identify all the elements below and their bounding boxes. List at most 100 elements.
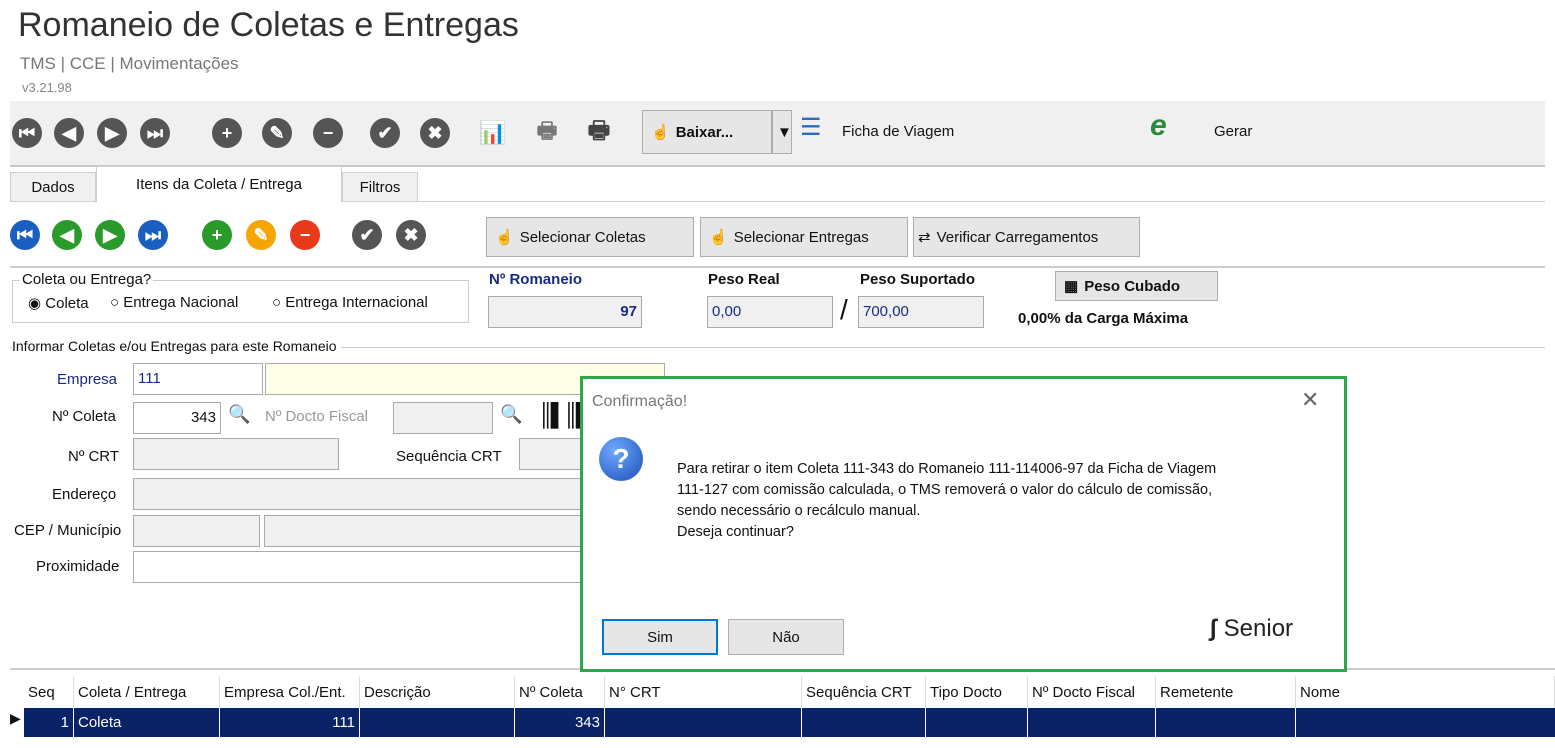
chart-settings-icon[interactable]: 📊 (478, 118, 508, 148)
selecionar-coletas-button[interactable]: ☝ Selecionar Coletas (486, 217, 694, 257)
cell-remetente (1156, 708, 1296, 737)
baixar-button[interactable]: ☝ Baixar... (642, 110, 772, 154)
print-preview-icon[interactable]: 🖶 (532, 118, 562, 148)
search-icon[interactable]: 🔍 (228, 404, 250, 425)
sim-button[interactable]: Sim (602, 619, 718, 655)
confirm-icon[interactable]: ✔ (370, 118, 400, 148)
endereco-label: Endereço (52, 486, 117, 503)
ficha-viagem-link[interactable]: Ficha de Viagem (842, 123, 954, 140)
edit-icon[interactable]: ✎ (262, 118, 292, 148)
crt-label: Nº CRT (68, 448, 120, 465)
divider-slash: / (840, 294, 848, 325)
radio-entrega-internacional[interactable]: ○ Entrega Internacional (272, 294, 428, 311)
verificar-carregamentos-button[interactable]: ⇄ Verificar Carregamentos (913, 217, 1140, 257)
cancel-item-icon[interactable]: ✖ (396, 220, 426, 250)
add-icon[interactable]: + (212, 118, 242, 148)
remove-icon[interactable]: − (313, 118, 343, 148)
coleta-field[interactable]: 343 (133, 402, 221, 434)
column-header[interactable]: Seq (24, 676, 74, 708)
peso-real-field[interactable]: 0,00 (707, 296, 833, 328)
version: v3.21.98 (22, 80, 72, 95)
docto-field[interactable] (393, 402, 493, 434)
senior-logo: ʃ Senior (1209, 615, 1294, 642)
hand-icon: ☝ (495, 229, 514, 246)
confirm-item-icon[interactable]: ✔ (352, 220, 382, 250)
cell-tipo-docto (926, 708, 1028, 737)
row-pointer-icon: ▶ (10, 710, 21, 726)
column-header[interactable]: Nº Docto Fiscal (1028, 676, 1156, 708)
endereco-field (133, 478, 593, 510)
search-icon[interactable]: 🔍 (500, 404, 522, 425)
column-header[interactable]: N° CRT (605, 676, 802, 708)
cep-field (133, 515, 260, 547)
column-header[interactable]: Descrição (360, 676, 515, 708)
peso-suportado-label: Peso Suportado (860, 271, 976, 288)
hand-icon: ☝ (651, 124, 670, 141)
list-icon: ☰ (800, 114, 822, 141)
cell-empresa: 111 (220, 708, 360, 737)
peso-real-label: Peso Real (708, 271, 780, 288)
seq-crt-field[interactable] (519, 438, 589, 470)
coleta-label: Nº Coleta (52, 408, 116, 425)
peso-cubado-button[interactable]: ▦ Peso Cubado (1055, 271, 1218, 301)
column-header[interactable]: Empresa Col./Ent. (220, 676, 360, 708)
previous-item-icon[interactable]: ◀ (52, 220, 82, 250)
column-header[interactable]: Nome (1296, 676, 1555, 708)
cell-docto (1028, 708, 1156, 737)
romaneio-field: 97 (488, 296, 642, 328)
radio-coleta[interactable]: ◉ Coleta (28, 294, 89, 312)
truck-icon: ⇄ (918, 229, 931, 246)
remove-item-icon[interactable]: − (290, 220, 320, 250)
cep-label: CEP / Município (14, 522, 122, 539)
tab-dados[interactable]: Dados (10, 172, 96, 202)
tab-itens[interactable]: Itens da Coleta / Entrega (96, 166, 342, 202)
print-icon[interactable]: 🖶 (584, 117, 614, 148)
dialog-message: Para retirar o item Coleta 111-343 do Ro… (677, 461, 1217, 540)
next-record-icon[interactable]: ▶ (97, 118, 127, 148)
informar-group-label: Informar Coletas e/ou Entregas para este… (12, 338, 341, 354)
last-record-icon[interactable]: ⏭ (140, 118, 170, 148)
column-header[interactable]: Sequência CRT (802, 676, 926, 708)
breadcrumb: TMS | CCE | Movimentações (20, 54, 239, 73)
question-icon: ? (599, 437, 643, 481)
close-icon[interactable]: ✕ (1301, 387, 1319, 413)
tipo-group-label: Coleta ou Entrega? (20, 271, 154, 288)
cell-coleta: 343 (515, 708, 605, 737)
previous-record-icon[interactable]: ◀ (54, 118, 84, 148)
next-item-icon[interactable]: ▶ (95, 220, 125, 250)
main-toolbar: ⏮ ◀ ▶ ⏭ + ✎ − ✔ ✖ 📊 🖶 🖶 ☝ Baixar... ▼ ☰ F… (10, 101, 1545, 167)
column-header[interactable]: Nº Coleta (515, 676, 605, 708)
cell-descricao (360, 708, 515, 737)
edit-item-icon[interactable]: ✎ (246, 220, 276, 250)
proximidade-field[interactable] (133, 551, 593, 583)
column-header[interactable]: Tipo Docto (926, 676, 1028, 708)
cube-icon: ▦ (1064, 278, 1079, 295)
cancel-icon[interactable]: ✖ (420, 118, 450, 148)
nao-button[interactable]: Não (728, 619, 844, 655)
hand-icon: ☝ (709, 229, 728, 246)
cell-crt (605, 708, 802, 737)
column-header[interactable]: Remetente (1156, 676, 1296, 708)
empresa-field[interactable]: 111 (133, 363, 263, 395)
baixar-dropdown[interactable]: ▼ (772, 110, 792, 154)
add-item-icon[interactable]: + (202, 220, 232, 250)
gerar-link[interactable]: Gerar (1214, 123, 1252, 140)
confirmation-dialog: Confirmação! ✕ ? Para retirar o item Col… (580, 376, 1347, 672)
column-header[interactable]: Coleta / Entrega (74, 676, 220, 708)
peso-suportado-field[interactable]: 700,00 (858, 296, 984, 328)
romaneio-label: Nº Romaneio (489, 271, 582, 288)
mdfe-icon[interactable]: e (1150, 109, 1167, 143)
selecionar-entregas-button[interactable]: ☝ Selecionar Entregas (700, 217, 908, 257)
docto-label: Nº Docto Fiscal (265, 408, 369, 425)
radio-entrega-nacional[interactable]: ○ Entrega Nacional (110, 294, 238, 311)
empresa-label: Empresa (57, 371, 118, 388)
tab-filtros[interactable]: Filtros (342, 172, 418, 202)
municipio-field (264, 515, 594, 547)
last-item-icon[interactable]: ⏭ (138, 220, 168, 250)
first-record-icon[interactable]: ⏮ (12, 118, 42, 148)
table-row[interactable]: 1 Coleta 111 343 (24, 708, 1555, 737)
carga-maxima-text: 0,00% da Carga Máxima (1018, 310, 1189, 327)
first-item-icon[interactable]: ⏮ (10, 220, 40, 250)
cell-seq-crt (802, 708, 926, 737)
crt-field[interactable] (133, 438, 339, 470)
